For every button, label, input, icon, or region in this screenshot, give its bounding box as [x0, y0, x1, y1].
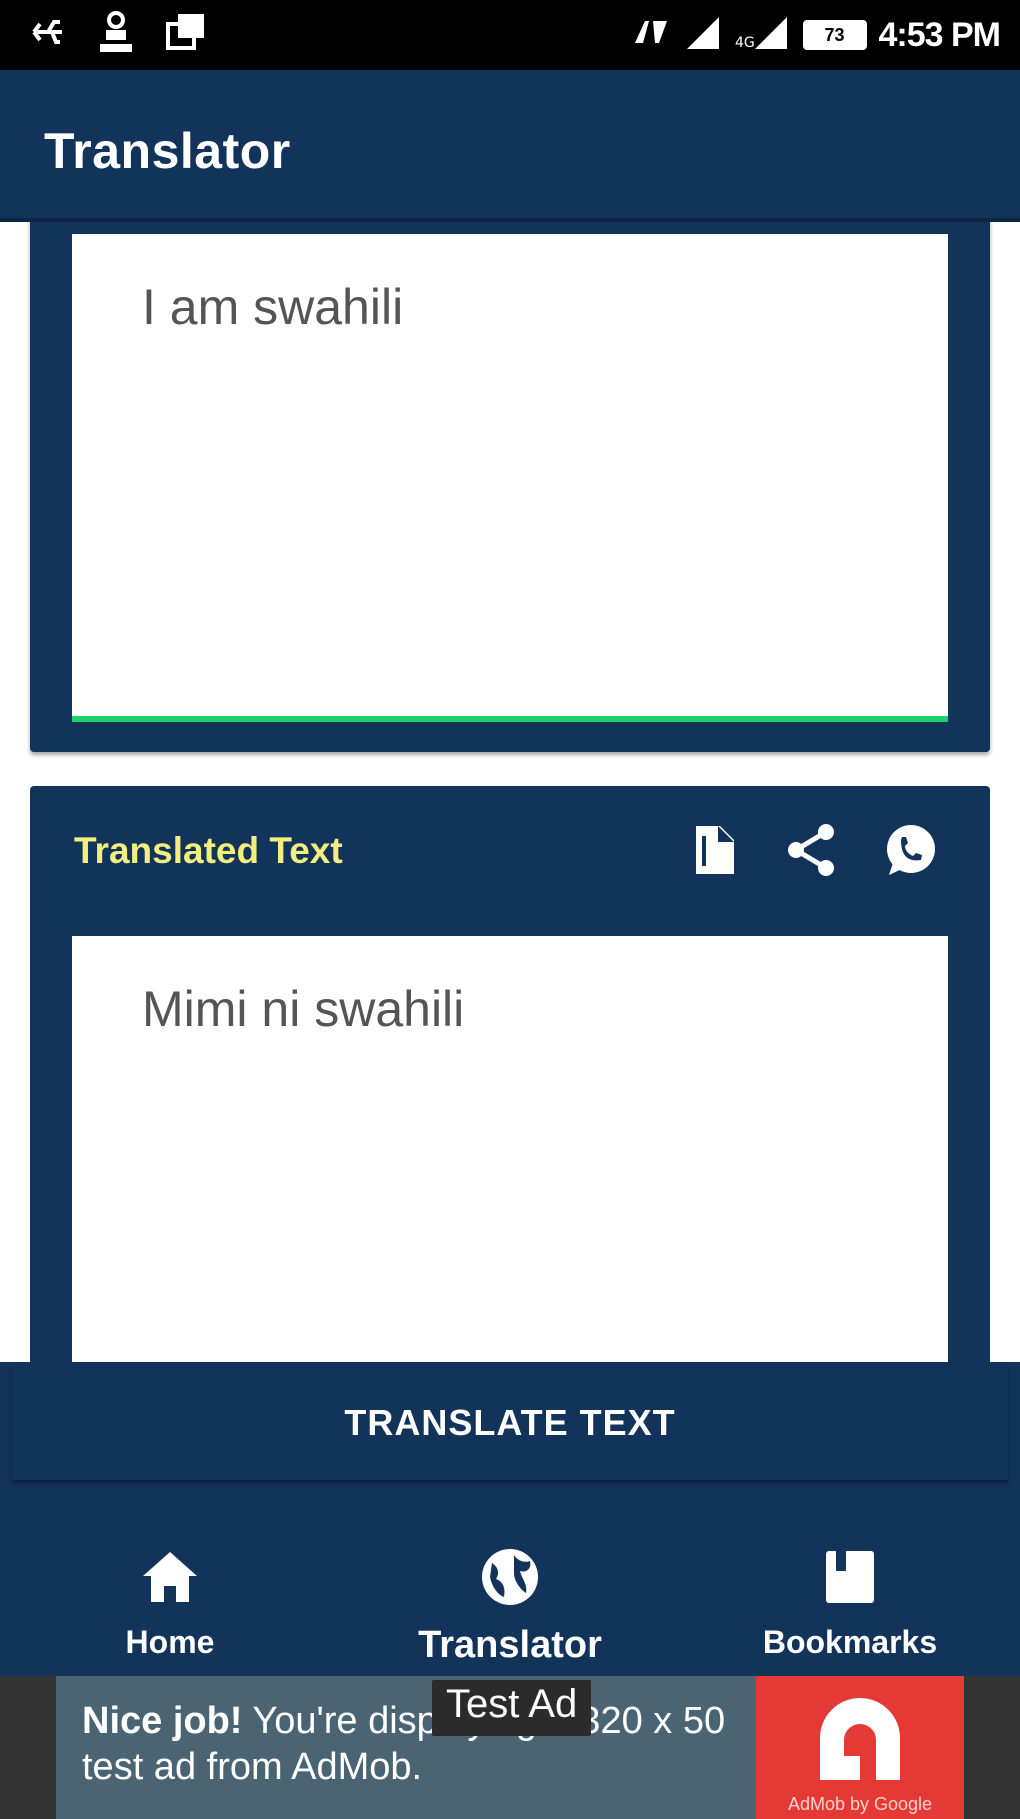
svg-text:4G: 4G: [735, 35, 755, 51]
status-bar: 4G 73 4:53 PM: [0, 0, 1020, 70]
status-time: 4:53 PM: [878, 15, 1001, 54]
source-text-input[interactable]: I am swahili: [72, 234, 948, 722]
status-right-icons: 4G 73 4:53 PM: [631, 10, 1001, 60]
wifi-calling-icon: [631, 13, 671, 58]
source-text: I am swahili: [142, 279, 404, 335]
gallery-icon: [164, 10, 208, 60]
notification-icon: [94, 8, 138, 62]
admob-logo-icon: [820, 1698, 900, 1780]
nav-label-translator: Translator: [418, 1624, 602, 1666]
input-card: I am swahili: [30, 222, 990, 752]
app-bar: Translator: [0, 70, 1020, 222]
home-icon: [135, 1542, 205, 1612]
translated-text: Mimi ni swahili: [142, 981, 465, 1037]
share-icon[interactable]: [782, 820, 842, 880]
globe-icon: [475, 1542, 545, 1612]
translated-text-box: Mimi ni swahili: [72, 936, 948, 1362]
battery-icon: 73: [802, 20, 867, 50]
ad-title: Nice job!: [82, 1700, 243, 1742]
nav-item-home[interactable]: Home: [0, 1490, 340, 1676]
nav-label-home: Home: [125, 1624, 215, 1660]
translated-text-label: Translated Text: [74, 830, 343, 871]
translator-content: I am swahili Translated Text Mimi ni swa…: [0, 222, 1020, 1362]
translate-bar: TRANSLATE TEXT: [0, 1362, 1020, 1490]
signal-icon: [683, 13, 723, 58]
nav-item-bookmarks[interactable]: Bookmarks: [680, 1490, 1020, 1676]
test-ad-badge: Test Ad: [432, 1680, 592, 1736]
nav-item-translator[interactable]: Translator: [340, 1490, 680, 1676]
copy-icon[interactable]: [684, 820, 744, 880]
signal-4g-icon: 4G: [735, 13, 791, 58]
bottom-navigation: Home Translator Bookmarks: [0, 1490, 1020, 1676]
page-title: Translator: [44, 123, 291, 179]
output-card: Translated Text Mimi ni swahili: [30, 786, 990, 1362]
translate-button[interactable]: TRANSLATE TEXT: [12, 1366, 1008, 1480]
status-left-icons: [28, 10, 208, 60]
nav-label-bookmarks: Bookmarks: [762, 1624, 938, 1660]
admob-logo-box: AdMob by Google: [756, 1676, 964, 1819]
usb-icon: [28, 12, 68, 58]
output-actions: [684, 820, 940, 880]
ad-brand: AdMob by Google: [787, 1794, 933, 1814]
whatsapp-icon[interactable]: [880, 820, 940, 880]
bookmark-icon: [815, 1542, 885, 1612]
